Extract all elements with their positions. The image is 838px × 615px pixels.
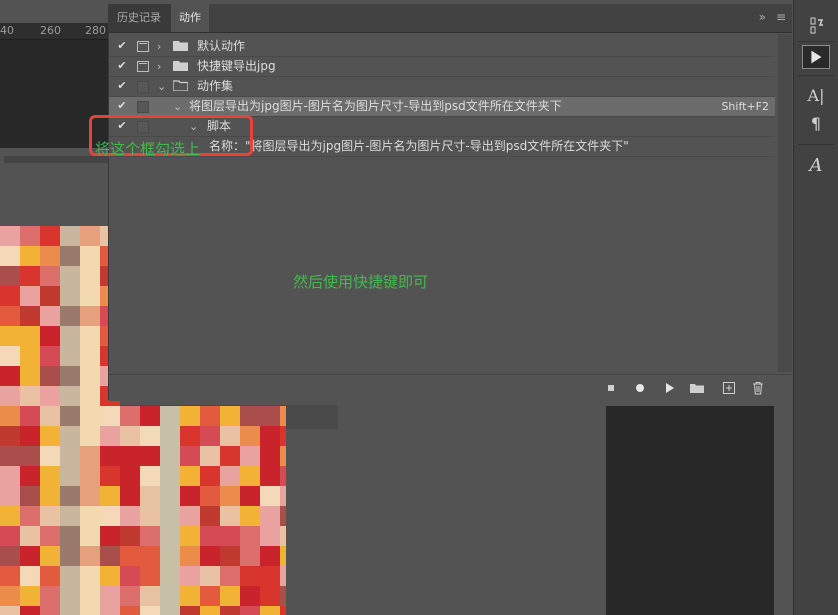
chevron-right-icon[interactable]: › <box>157 58 161 75</box>
chevron-down-icon[interactable]: ⌄ <box>157 78 166 95</box>
paragraph-icon[interactable]: ¶ <box>802 112 830 136</box>
canvas-area-right <box>606 406 774 615</box>
actions-play-icon[interactable] <box>802 45 830 69</box>
delete-icon[interactable] <box>750 380 766 396</box>
toolbar-separator <box>798 144 834 145</box>
action-set-row[interactable]: ✔ › 快捷键导出jpg <box>109 57 775 77</box>
checkmark-icon[interactable]: ✔ <box>115 79 129 93</box>
ruler-tick: 280 <box>85 24 106 37</box>
character-icon[interactable]: A| <box>802 84 830 108</box>
instruction-label: 然后使用快捷键即可 <box>293 273 429 291</box>
annotation-label: 将这个框勾选上 <box>95 140 201 158</box>
scrollbar[interactable] <box>778 34 792 372</box>
new-set-icon[interactable] <box>689 380 705 396</box>
new-action-icon[interactable] <box>721 380 737 396</box>
tab-actions[interactable]: 动作 <box>171 4 209 32</box>
record-icon[interactable] <box>632 380 648 396</box>
command-detail-label: 名称："将图层导出为jpg图片-图片名为图片尺寸-导出到psd文件所在文件夹下" <box>209 139 629 153</box>
action-set-row[interactable]: ✔ ⌄ 动作集 <box>109 77 775 97</box>
chevron-right-icon[interactable]: › <box>157 38 161 55</box>
action-set-label: 默认动作 <box>197 39 246 53</box>
panel-tab-bar: 历史记录 动作 » ≡ <box>109 4 792 33</box>
dialog-toggle-icon[interactable] <box>137 41 149 52</box>
folder-icon <box>173 61 188 71</box>
dialog-toggle-icon[interactable] <box>137 61 149 72</box>
dialog-toggle-icon[interactable] <box>137 101 149 113</box>
ruler-tick: 260 <box>40 24 61 37</box>
action-set-label: 动作集 <box>197 79 234 93</box>
actions-bottom-bar <box>109 374 792 401</box>
expand-icon[interactable]: » <box>759 10 766 24</box>
action-shortcut: Shift+F2 <box>721 100 769 113</box>
chevron-down-icon[interactable]: ⌄ <box>173 98 182 115</box>
ruler-tick: 40 <box>0 24 14 37</box>
glyphs-icon[interactable]: A <box>802 154 830 178</box>
panel-menu-icon[interactable]: ≡ <box>776 10 786 24</box>
checkmark-icon[interactable]: ✔ <box>115 59 129 73</box>
play-icon[interactable] <box>661 380 677 396</box>
action-row[interactable]: ✔ ⌄ 将图层导出为jpg图片-图片名为图片尺寸-导出到psd文件所在文件夹下 … <box>109 97 775 117</box>
action-set-row[interactable]: ✔ › 默认动作 <box>109 37 775 57</box>
action-label: 将图层导出为jpg图片-图片名为图片尺寸-导出到psd文件所在文件夹下 <box>189 99 562 113</box>
right-toolbar: A| ¶ A <box>793 0 838 615</box>
dialog-toggle-icon[interactable] <box>137 81 149 93</box>
folder-icon <box>173 41 188 51</box>
action-set-label: 快捷键导出jpg <box>197 59 276 73</box>
actions-panel: 历史记录 动作 » ≡ ✔ › 默认动作 ✔ › 快捷键导出jpg ✔ ⌄ 动作… <box>108 4 792 401</box>
canvas-strip <box>4 156 108 163</box>
stop-icon[interactable] <box>603 380 619 396</box>
toolbar-separator <box>798 75 834 76</box>
history-icon[interactable] <box>802 14 830 38</box>
checkmark-icon[interactable]: ✔ <box>115 99 129 113</box>
checkmark-icon[interactable]: ✔ <box>115 39 129 53</box>
canvas-ruler: 40 260 280 <box>0 23 108 40</box>
toolbar-separator <box>798 41 834 42</box>
folder-open-icon <box>173 80 188 91</box>
